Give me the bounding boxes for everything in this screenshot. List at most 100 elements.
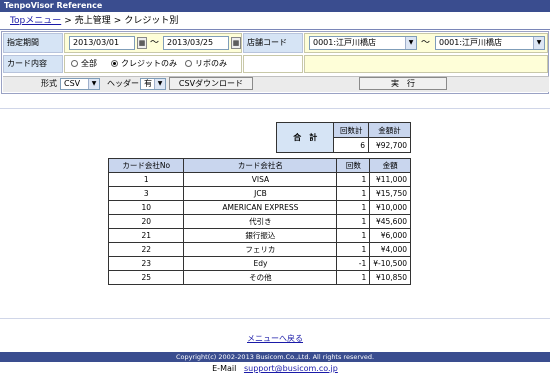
cell-card-name: 銀行振込 [183, 228, 338, 243]
cell-count: 1 [336, 172, 371, 187]
radio-credit-only-label: クレジットのみ [121, 59, 177, 68]
period-cell: 2013/03/01 ▦ 〜 2013/03/25 ▦ [64, 33, 242, 53]
email-label: E-Mail [212, 364, 237, 373]
card-type-cell: 全部 クレジットのみ リボのみ [64, 55, 242, 73]
radio-revolving-only-label: リボのみ [195, 59, 227, 68]
card-type-label: カード内容 [3, 55, 63, 73]
summary-count: 6 [333, 137, 370, 153]
copyright-text: Copyright(c) 2002-2013 Busicom.Co.,Ltd. … [175, 353, 375, 361]
summary-label: 合 計 [275, 122, 335, 153]
col-header-card-no: カード会社No [107, 158, 185, 173]
chevron-down-icon: ▼ [88, 79, 99, 89]
breadcrumb-section: 売上管理 [74, 16, 111, 26]
back-to-menu-link[interactable]: メニューへ戻る [247, 334, 303, 343]
cell-card-no: 23 [107, 256, 185, 271]
range-tilde: 〜 [421, 38, 431, 48]
cell-count: 1 [336, 270, 371, 285]
csv-download-button[interactable]: CSVダウンロード [169, 77, 253, 90]
summary-count-header: 回数計 [333, 122, 370, 138]
cell-card-no: 3 [107, 186, 185, 201]
cell-card-no: 20 [107, 214, 185, 229]
cell-card-no: 21 [107, 228, 185, 243]
cell-card-no: 1 [107, 172, 185, 187]
table-row: 10 AMERICAN EXPRESS 1 ¥10,000 [107, 200, 411, 215]
format-select[interactable]: CSV ▼ [60, 78, 100, 90]
cell-card-no: 10 [107, 200, 185, 215]
app-title-bar: TenpoVisor Reference [0, 0, 550, 12]
table-row: 21 銀行振込 1 ¥6,000 [107, 228, 411, 243]
calendar-icon[interactable]: ▦ [137, 37, 147, 49]
detail-table: カード会社No カード会社名 回数 金額 1 VISA 1 ¥11,000 3 JCB 1 ¥… [107, 158, 411, 285]
divider [0, 29, 550, 30]
cell-card-name: その他 [183, 270, 338, 285]
search-form: 指定期間 2013/03/01 ▦ 〜 2013/03/25 ▦ 店舗コード 0… [1, 31, 549, 94]
cell-count: 1 [336, 200, 371, 215]
range-tilde: 〜 [150, 38, 160, 48]
run-button[interactable]: 実 行 [359, 77, 447, 90]
col-header-count: 回数 [336, 158, 371, 173]
cell-count: 1 [336, 228, 371, 243]
store-label: 店舗コード [243, 33, 303, 53]
date-to-field[interactable]: 2013/03/25 [163, 36, 229, 50]
store-cell: 0001:江戸川橋店 ▼ 〜 0001:江戸川橋店 ▼ [304, 33, 548, 53]
cell-card-name: AMERICAN EXPRESS [183, 200, 338, 215]
cell-count: 1 [336, 186, 371, 201]
radio-dot-selected [111, 60, 118, 67]
app-title: TenpoVisor Reference [4, 1, 103, 10]
radio-revolving-only[interactable]: リボのみ [185, 58, 227, 70]
store-to-select[interactable]: 0001:江戸川橋店 ▼ [435, 36, 545, 50]
store-from-value: 0001:江戸川橋店 [313, 38, 377, 47]
store-to-value: 0001:江戸川橋店 [439, 38, 503, 47]
cell-card-no: 22 [107, 242, 185, 257]
cell-card-name: Edy [183, 256, 338, 271]
table-row: 1 VISA 1 ¥11,000 [107, 172, 411, 187]
cell-amount: ¥45,600 [369, 214, 411, 229]
support-email-link[interactable]: support@busicom.co.jp [244, 364, 338, 373]
format-label: 形式 [41, 79, 57, 88]
summary-table: 合 計 回数計 金額計 6 ¥92,700 [275, 122, 411, 153]
footer-bar: Copyright(c) 2002-2013 Busicom.Co.,Ltd. … [0, 352, 550, 362]
cell-amount: ¥15,750 [369, 186, 411, 201]
table-row: 23 Edy -1 ¥-10,500 [107, 256, 411, 271]
chevron-down-icon: ▼ [533, 37, 544, 49]
chevron-down-icon: ▼ [405, 37, 416, 49]
cell-count: 1 [336, 214, 371, 229]
breadcrumb-top-link[interactable]: Topメニュー [10, 16, 61, 26]
format-value: CSV [64, 79, 81, 88]
breadcrumb-separator: > [64, 16, 72, 26]
empty-cell [304, 55, 548, 73]
date-from-field[interactable]: 2013/03/01 [69, 36, 135, 50]
cell-amount: ¥10,850 [369, 270, 411, 285]
cell-amount: ¥4,000 [369, 242, 411, 257]
summary-amount-header: 金額計 [368, 122, 411, 138]
table-row: 20 代引き 1 ¥45,600 [107, 214, 411, 229]
breadcrumb-current: クレジット別 [124, 16, 179, 26]
options-row: 形式 CSV ▼ ヘッダー 有 ▼ CSVダウンロード 実 行 [3, 76, 549, 92]
calendar-icon[interactable]: ▦ [231, 37, 241, 49]
cell-amount: ¥-10,500 [369, 256, 411, 271]
cell-card-name: フェリカ [183, 242, 338, 257]
footer-email: E-Mail support@busicom.co.jp [0, 364, 550, 373]
radio-credit-only[interactable]: クレジットのみ [111, 58, 177, 70]
cell-card-name: 代引き [183, 214, 338, 229]
radio-all[interactable]: 全部 [71, 58, 97, 70]
cell-amount: ¥10,000 [369, 200, 411, 215]
radio-all-label: 全部 [81, 59, 97, 68]
cell-card-no: 25 [107, 270, 185, 285]
header-select[interactable]: 有 ▼ [140, 78, 166, 90]
table-row: 3 JCB 1 ¥15,750 [107, 186, 411, 201]
table-row: 22 フェリカ 1 ¥4,000 [107, 242, 411, 257]
cell-amount: ¥6,000 [369, 228, 411, 243]
header-value: 有 [144, 79, 152, 88]
radio-dot [185, 60, 192, 67]
breadcrumb-separator: > [113, 16, 122, 26]
table-header-row: カード会社No カード会社名 回数 金額 [107, 158, 411, 173]
store-from-select[interactable]: 0001:江戸川橋店 ▼ [309, 36, 417, 50]
header-label: ヘッダー [107, 79, 139, 88]
cell-count: -1 [336, 256, 371, 271]
divider [0, 318, 550, 319]
back-link-wrap: メニューへ戻る [0, 333, 550, 344]
col-header-card-name: カード会社名 [183, 158, 338, 173]
breadcrumb: Topメニュー > 売上管理 > クレジット別 [10, 14, 178, 28]
table-row: 25 その他 1 ¥10,850 [107, 270, 411, 285]
